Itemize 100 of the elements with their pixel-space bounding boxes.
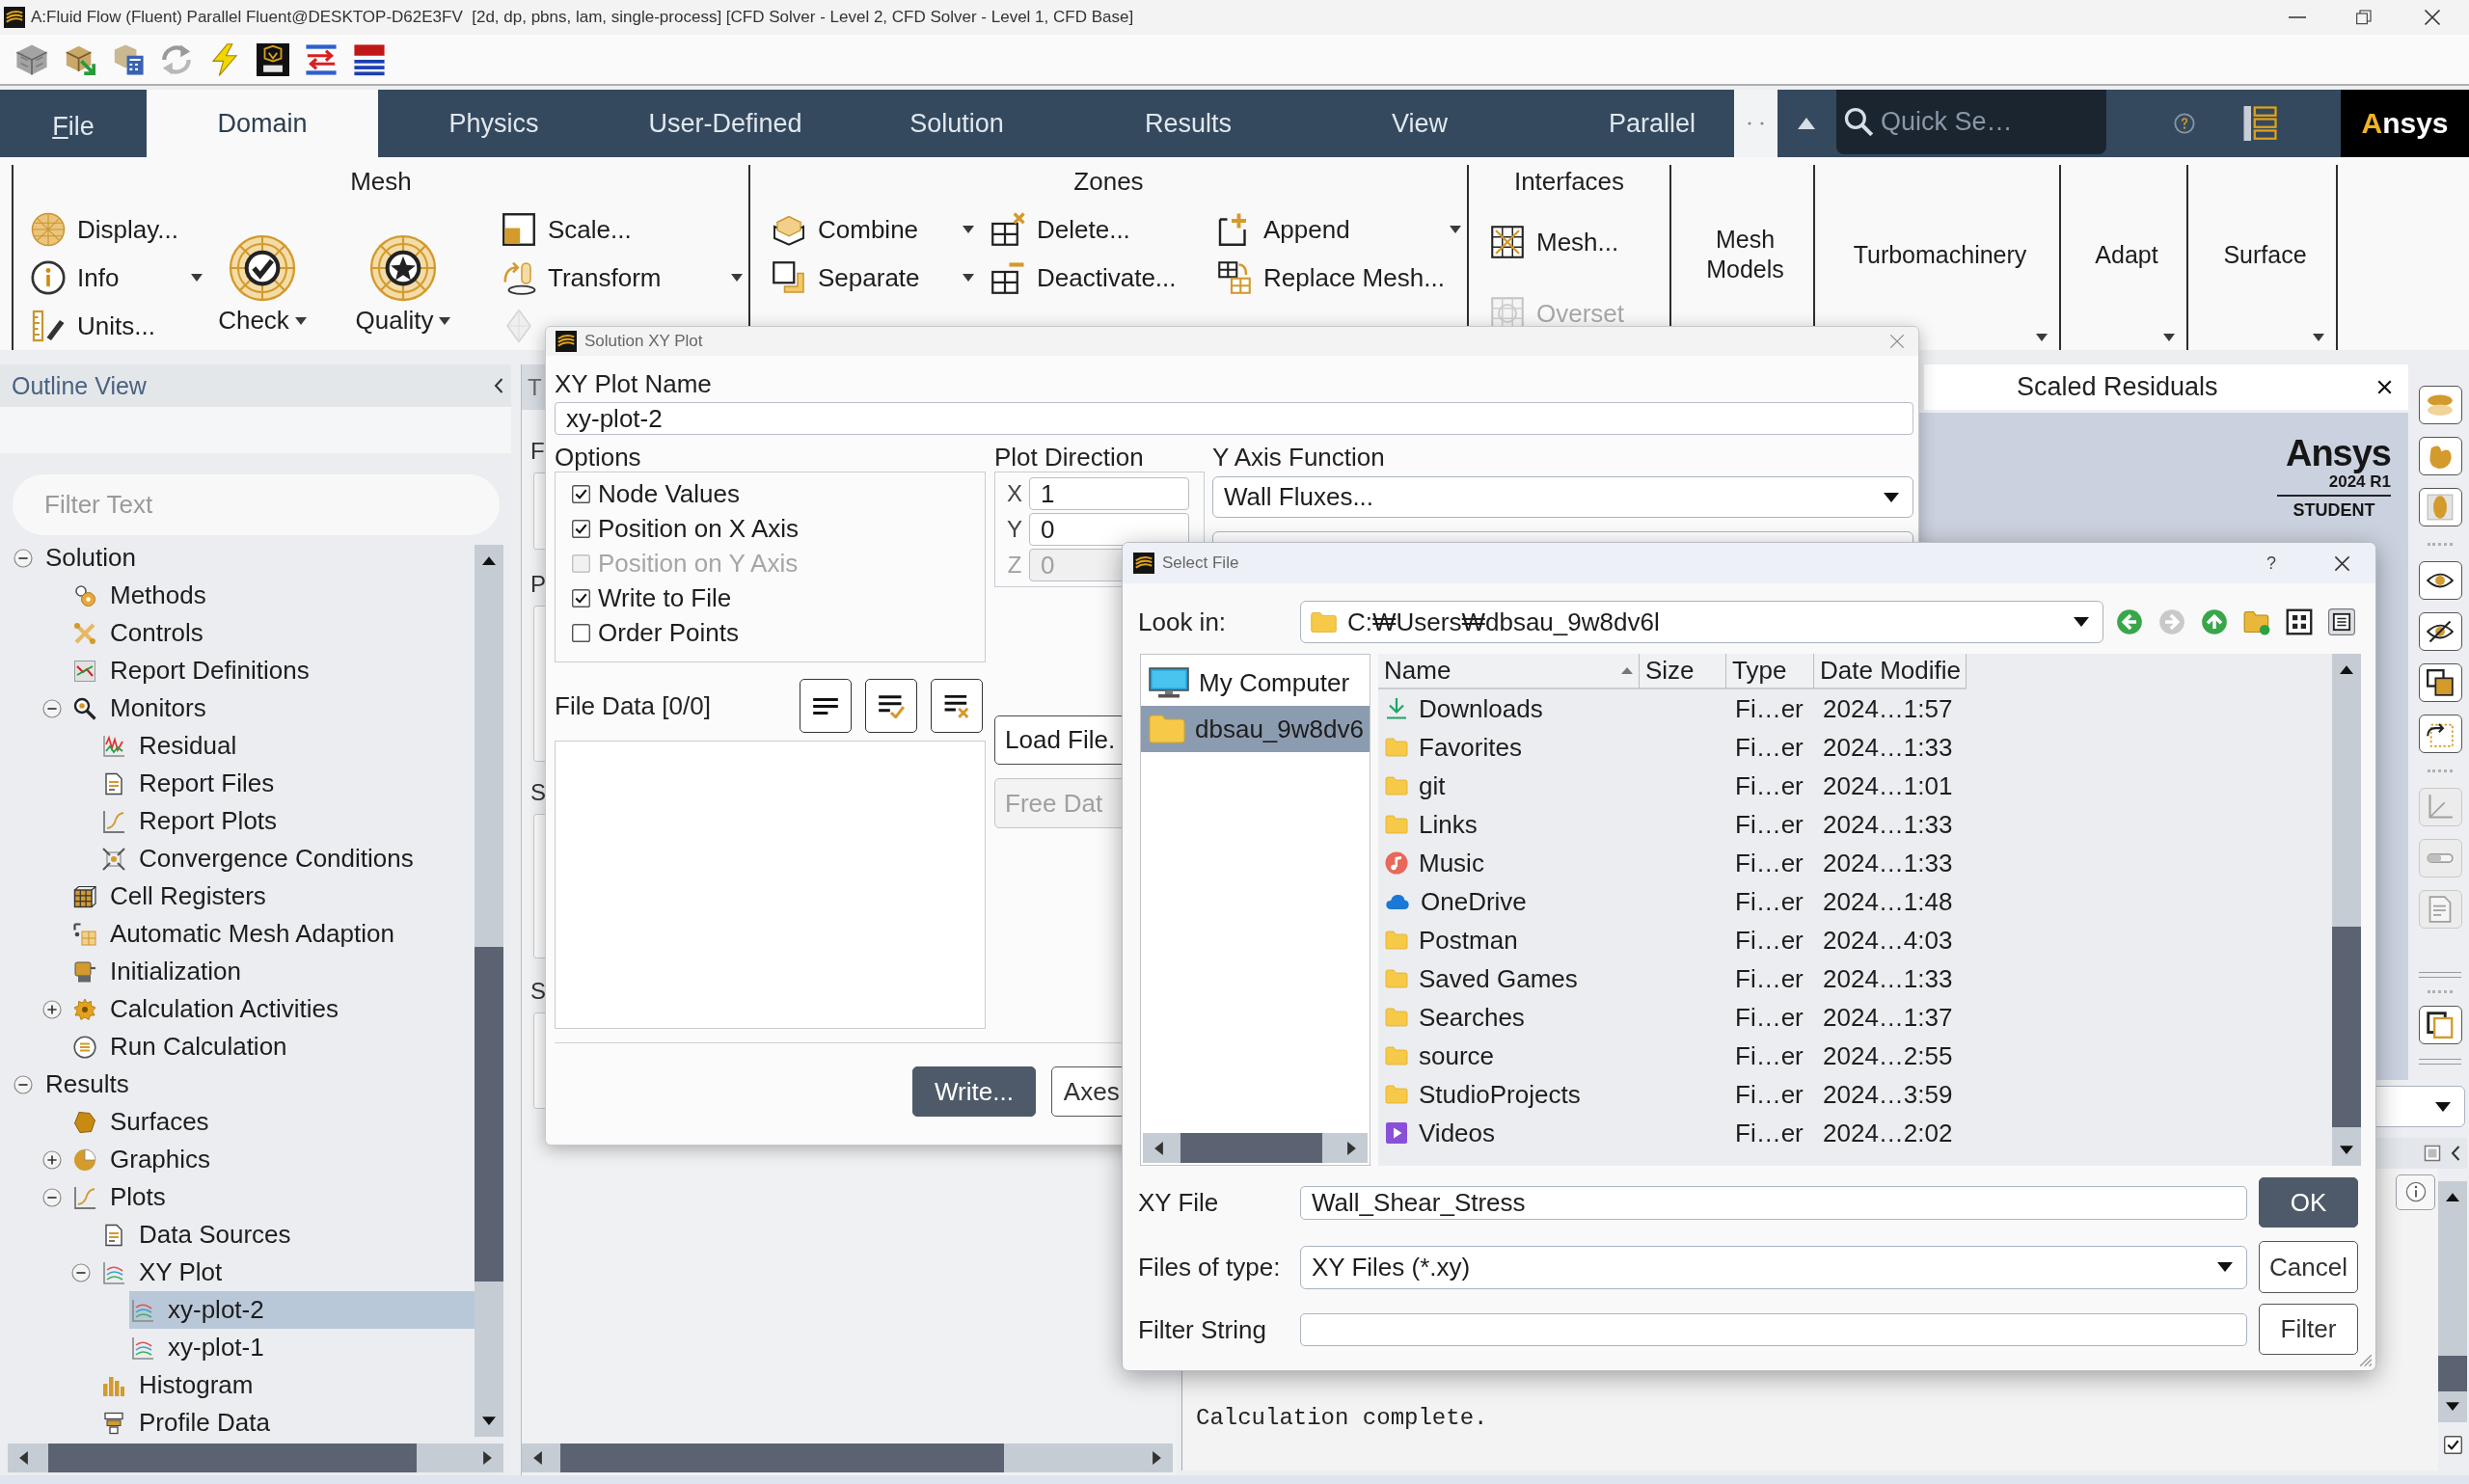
list-view-icon[interactable] bbox=[2328, 608, 2355, 635]
tree-item[interactable]: Report Plots bbox=[100, 802, 475, 840]
minus-toggle-icon[interactable] bbox=[14, 548, 33, 568]
minus-toggle-icon[interactable] bbox=[42, 1187, 62, 1207]
swap-arrows-icon[interactable] bbox=[305, 42, 338, 76]
tree-item[interactable]: Report Files bbox=[100, 765, 475, 802]
file-row[interactable]: source Fi…er 2024…2:55 bbox=[1378, 1037, 2332, 1075]
scrollbar-thumb[interactable] bbox=[48, 1444, 417, 1472]
file-type-dropdown[interactable]: XY Files (*.xy) bbox=[1300, 1245, 2247, 1289]
tree-item[interactable]: Plots bbox=[71, 1178, 475, 1216]
ribbon-button[interactable]: Units... bbox=[31, 302, 155, 350]
file-row[interactable]: Postman Fi…er 2024…4:03 bbox=[1378, 921, 2332, 959]
location-dropdown[interactable]: C:₩Users₩dbsau_9w8dv6l bbox=[1300, 601, 2103, 643]
ribbon-button[interactable]: Append bbox=[1217, 205, 1461, 254]
help-icon[interactable] bbox=[2174, 113, 2195, 134]
scroll-left-icon[interactable] bbox=[533, 1451, 542, 1465]
ribbon-button[interactable]: Mesh... bbox=[1490, 218, 1619, 266]
view-tool-button[interactable] bbox=[2418, 386, 2462, 424]
minus-toggle-icon[interactable] bbox=[14, 1074, 33, 1094]
scrollbar-track[interactable] bbox=[2438, 1181, 2467, 1422]
checkbox[interactable] bbox=[572, 519, 590, 538]
tree-item[interactable]: xy-plot-2 bbox=[129, 1291, 475, 1329]
file-row[interactable]: Favorites Fi…er 2024…1:33 bbox=[1378, 728, 2332, 767]
window-icon[interactable] bbox=[2424, 1145, 2441, 1162]
close-icon[interactable] bbox=[2424, 9, 2441, 26]
scrollbar-thumb[interactable] bbox=[475, 947, 503, 1282]
ribbon-button[interactable]: Delete... bbox=[990, 205, 1130, 254]
ribbon-button[interactable]: Deactivate... bbox=[990, 254, 1177, 302]
ribbon-tab[interactable]: Domain bbox=[147, 90, 378, 157]
tree-item[interactable]: Residual bbox=[100, 727, 475, 765]
tree-item[interactable]: XY Plot bbox=[100, 1254, 475, 1291]
file-row[interactable]: git Fi…er 2024…1:01 bbox=[1378, 767, 2332, 805]
view-tool-button[interactable] bbox=[2418, 663, 2462, 702]
dialog-button[interactable]: Write... bbox=[912, 1066, 1036, 1117]
scrollbar-track[interactable] bbox=[522, 1444, 1173, 1472]
scroll-down-icon[interactable] bbox=[2446, 1402, 2459, 1411]
scroll-up-icon[interactable] bbox=[2340, 665, 2353, 674]
file-row[interactable]: StudioProjects Fi…er 2024…3:59 bbox=[1378, 1075, 2332, 1114]
file-row[interactable]: Saved Games Fi…er 2024…1:33 bbox=[1378, 959, 2332, 998]
tree-item[interactable]: Automatic Mesh Adaption bbox=[71, 915, 475, 953]
ribbon-button[interactable]: Mesh Models bbox=[1671, 165, 1813, 350]
chevron-left-icon[interactable] bbox=[494, 378, 503, 393]
tree-item[interactable]: Results bbox=[45, 1066, 475, 1103]
lines-delete-button[interactable] bbox=[931, 679, 983, 733]
tree-item[interactable]: Surfaces bbox=[71, 1103, 475, 1141]
place-item[interactable]: My Computer bbox=[1141, 660, 1370, 706]
brick-cube-icon[interactable] bbox=[15, 42, 48, 76]
tree-item[interactable]: Convergence Conditions bbox=[100, 840, 475, 877]
ribbon-button[interactable]: Info bbox=[31, 254, 203, 302]
dialog-button[interactable]: Cancel bbox=[2259, 1241, 2358, 1293]
ribbon-button[interactable]: Check bbox=[218, 234, 307, 336]
file-row[interactable]: OneDrive Fi…er 2024…1:48 bbox=[1378, 882, 2332, 921]
column-header[interactable]: Name bbox=[1378, 654, 1640, 689]
search-field[interactable]: Quick Se… bbox=[1836, 90, 2106, 154]
graphics-tab[interactable]: Scaled Residuals bbox=[1924, 364, 2408, 410]
tree-item[interactable]: Controls bbox=[71, 614, 475, 652]
ribbon-tab[interactable]: Solution bbox=[841, 90, 1072, 157]
ribbon-tab[interactable]: User-Defined bbox=[610, 90, 841, 157]
direction-field[interactable]: 1 bbox=[1029, 477, 1189, 510]
tree-item[interactable]: Histogram bbox=[100, 1366, 475, 1404]
scrollbar-thumb[interactable] bbox=[2438, 1356, 2467, 1391]
collapse-icon[interactable] bbox=[1798, 118, 1815, 129]
file-row[interactable]: Links Fi…er 2024…1:33 bbox=[1378, 805, 2332, 844]
checkbox[interactable] bbox=[2443, 1436, 2462, 1454]
tree-item[interactable]: Initialization bbox=[71, 953, 475, 990]
ribbon-tab[interactable]: Physics bbox=[378, 90, 610, 157]
filter-string-field[interactable] bbox=[1300, 1312, 2247, 1346]
close-icon[interactable] bbox=[2377, 380, 2392, 394]
striped-block-icon[interactable] bbox=[353, 42, 386, 76]
file-menu[interactable]: File bbox=[0, 90, 147, 157]
checkbox[interactable] bbox=[572, 623, 590, 642]
checkbox[interactable] bbox=[572, 484, 590, 503]
ribbon-button[interactable]: Display... bbox=[31, 205, 178, 254]
tree-item[interactable]: Monitors bbox=[71, 689, 475, 727]
scroll-down-icon[interactable] bbox=[2340, 1146, 2353, 1154]
view-tool-button[interactable] bbox=[2418, 612, 2462, 651]
help-button[interactable]: ? bbox=[2266, 553, 2276, 574]
column-header[interactable]: Type bbox=[1726, 654, 1814, 689]
scroll-left-icon[interactable] bbox=[19, 1451, 28, 1465]
ribbon-button[interactable]: Quality bbox=[355, 234, 451, 336]
tree-item[interactable]: Solution bbox=[45, 539, 475, 577]
scrollbar-thumb[interactable] bbox=[2332, 927, 2361, 1127]
scroll-right-icon[interactable] bbox=[1347, 1141, 1356, 1155]
tree-item[interactable]: Profile Data bbox=[100, 1404, 475, 1442]
refresh-icon[interactable] bbox=[160, 42, 193, 76]
chevron-left-icon[interactable] bbox=[2451, 1146, 2460, 1161]
column-header[interactable]: Date Modifie bbox=[1814, 654, 1967, 689]
column-header[interactable]: Size bbox=[1640, 654, 1726, 689]
scroll-right-icon[interactable] bbox=[483, 1451, 492, 1465]
tree-item[interactable]: Cell Registers bbox=[71, 877, 475, 915]
scrollbar-thumb[interactable] bbox=[1180, 1133, 1322, 1163]
scroll-right-icon[interactable] bbox=[1153, 1451, 1161, 1465]
lines-button[interactable] bbox=[800, 679, 852, 733]
direction-field[interactable]: 0 bbox=[1029, 513, 1189, 546]
tree-item[interactable]: Data Sources bbox=[100, 1216, 475, 1254]
ribbon-button[interactable]: Surface bbox=[2188, 165, 2336, 350]
layout-icon[interactable] bbox=[2242, 106, 2277, 141]
dialog-button[interactable]: Filter bbox=[2259, 1304, 2358, 1355]
file-row[interactable]: Videos Fi…er 2024…2:02 bbox=[1378, 1114, 2332, 1152]
filter-field[interactable]: Filter Text bbox=[13, 474, 500, 535]
